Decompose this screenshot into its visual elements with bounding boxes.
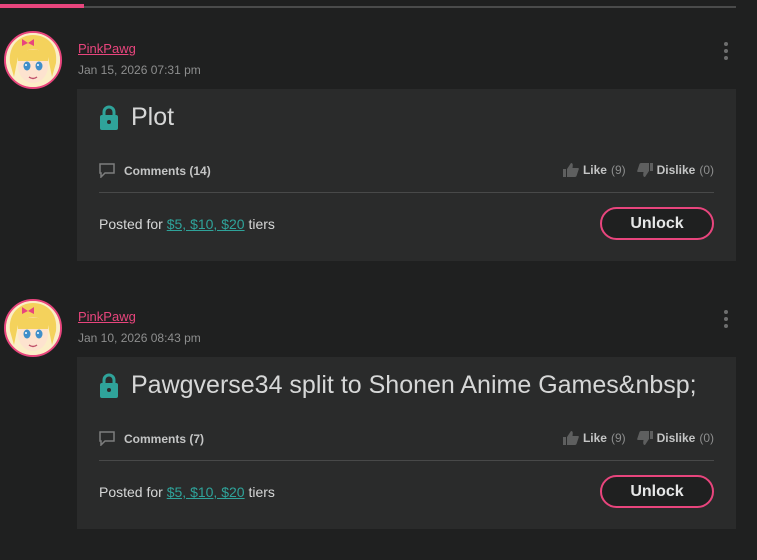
unlock-button[interactable]: Unlock <box>600 207 714 240</box>
posted-for-prefix: Posted for <box>99 484 163 500</box>
like-label: Like <box>582 431 607 445</box>
posted-for-text: Posted for $5, $10, $20 tiers <box>99 484 275 500</box>
dislike-label: Dislike <box>656 431 696 445</box>
reactions-group: Like (9) Dislike (0) <box>562 163 714 177</box>
post-title: Plot <box>131 103 175 131</box>
lock-icon <box>100 373 118 398</box>
author-avatar[interactable] <box>4 299 62 357</box>
author-avatar[interactable] <box>4 31 62 89</box>
card-divider <box>99 192 714 193</box>
comment-icon <box>99 163 115 178</box>
tab-indicator-active <box>0 4 84 8</box>
post-meta-row: Comments (7) Like (9) Dislike (0) <box>99 431 714 451</box>
thumbs-down-icon <box>636 431 653 445</box>
avatar-image <box>6 301 60 355</box>
avatar-image <box>6 33 60 87</box>
comments-link[interactable]: Comments (14) <box>99 163 211 178</box>
comment-icon <box>99 431 115 446</box>
posted-for-prefix: Posted for <box>99 216 163 232</box>
like-button[interactable]: Like (9) <box>562 431 626 445</box>
post-content-card: Plot Comments (14) Like (9) Dislike (0) … <box>77 89 736 261</box>
dislike-label: Dislike <box>656 163 696 177</box>
thumbs-down-icon <box>636 163 653 177</box>
like-count: (9) <box>610 163 626 177</box>
thumbs-up-icon <box>562 431 579 445</box>
post-title-row: Pawgverse34 split to Shonen Anime Games&… <box>99 371 697 400</box>
tab-indicator-bar <box>0 0 736 8</box>
post-title-row: Plot <box>99 103 174 132</box>
like-label: Like <box>582 163 607 177</box>
tiers-link[interactable]: $5, $10, $20 <box>167 216 245 232</box>
post-date: Jan 10, 2026 08:43 pm <box>78 331 201 345</box>
tiers-suffix: tiers <box>248 216 275 232</box>
post-title: Pawgverse34 split to Shonen Anime Games&… <box>131 371 697 399</box>
more-options-icon[interactable] <box>720 310 732 332</box>
dislike-button[interactable]: Dislike (0) <box>636 431 714 445</box>
comments-label: Comments (14) <box>124 163 211 178</box>
like-button[interactable]: Like (9) <box>562 163 626 177</box>
more-options-icon[interactable] <box>720 42 732 64</box>
post-meta-row: Comments (14) Like (9) Dislike (0) <box>99 163 714 183</box>
lock-icon <box>100 105 118 130</box>
posted-for-text: Posted for $5, $10, $20 tiers <box>99 216 275 232</box>
post-content-card: Pawgverse34 split to Shonen Anime Games&… <box>77 357 736 529</box>
dislike-count: (0) <box>699 163 714 177</box>
thumbs-up-icon <box>562 163 579 177</box>
tab-indicator-track <box>0 6 736 8</box>
dislike-count: (0) <box>699 431 714 445</box>
comments-label: Comments (7) <box>124 431 205 446</box>
comments-link[interactable]: Comments (7) <box>99 431 204 446</box>
like-count: (9) <box>610 431 626 445</box>
author-name-link[interactable]: PinkPawg <box>78 41 136 56</box>
tiers-suffix: tiers <box>248 484 275 500</box>
unlock-button[interactable]: Unlock <box>600 475 714 508</box>
author-name-link[interactable]: PinkPawg <box>78 309 136 324</box>
reactions-group: Like (9) Dislike (0) <box>562 431 714 445</box>
card-divider <box>99 460 714 461</box>
dislike-button[interactable]: Dislike (0) <box>636 163 714 177</box>
tiers-link[interactable]: $5, $10, $20 <box>167 484 245 500</box>
post-date: Jan 15, 2026 07:31 pm <box>78 63 201 77</box>
